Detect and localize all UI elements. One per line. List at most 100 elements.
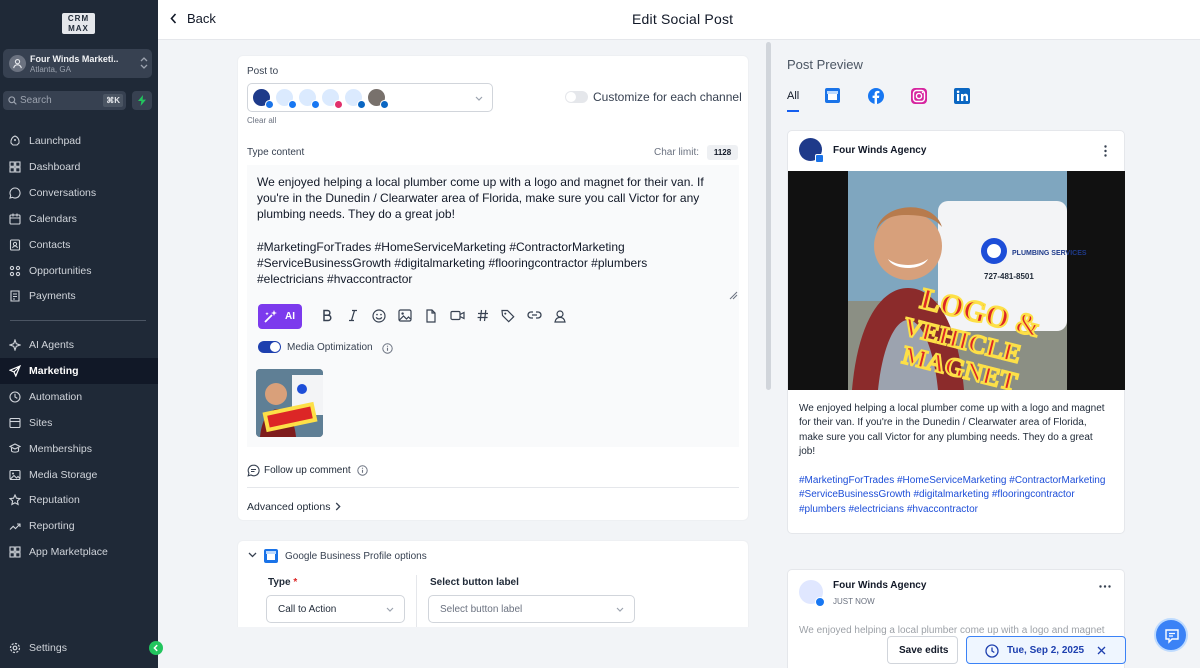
chat-widget-button[interactable] — [1154, 618, 1188, 652]
quick-actions-button[interactable] — [132, 91, 152, 110]
sidebar-item-payments[interactable]: Payments — [0, 283, 158, 309]
post-content-text[interactable]: We enjoyed helping a local plumber come … — [257, 174, 717, 303]
post-to-select[interactable] — [247, 83, 493, 112]
sidebar-item-ai-agents[interactable]: AI Agents — [0, 332, 158, 358]
sidebar-item-calendars[interactable]: Calendars — [0, 206, 158, 232]
chevron-down-icon[interactable] — [248, 552, 257, 558]
schedule-date-button[interactable]: Tue, Sep 2, 2025 — [966, 636, 1126, 664]
tab-all[interactable]: All — [787, 90, 799, 102]
channel-facebook-2-avatar[interactable] — [298, 88, 320, 109]
back-label: Back — [187, 11, 216, 26]
memberships-icon — [9, 442, 21, 455]
ai-assist-button[interactable]: AI — [258, 304, 302, 329]
more-horizontal-icon[interactable] — [1099, 585, 1111, 588]
sidebar-item-settings[interactable]: Settings — [0, 635, 158, 661]
image-icon[interactable] — [398, 309, 412, 322]
account-switcher[interactable]: Four Winds Marketi... Atlanta, GA — [3, 49, 152, 78]
sidebar-item-app-marketplace[interactable]: App Marketplace — [0, 539, 158, 565]
media-optimization-toggle[interactable] — [258, 341, 281, 353]
sidebar-item-conversations[interactable]: Conversations — [0, 180, 158, 206]
italic-icon[interactable] — [348, 309, 358, 322]
sidebar-item-label: Settings — [29, 642, 67, 654]
sidebar-item-label: Media Storage — [29, 468, 98, 481]
sidebar-item-label: Automation — [29, 390, 83, 403]
field-divider — [416, 575, 417, 627]
media-thumbnail[interactable] — [256, 369, 323, 437]
sidebar-item-dashboard[interactable]: Dashboard — [0, 154, 158, 180]
sidebar-item-reporting[interactable]: Reporting — [0, 513, 158, 539]
type-select[interactable]: Call to Action — [266, 595, 405, 623]
tab-google-business-icon[interactable] — [825, 88, 840, 103]
file-icon[interactable] — [425, 309, 437, 323]
close-icon[interactable] — [1097, 646, 1106, 655]
crm-max-logo[interactable]: CRM MAX — [62, 13, 95, 34]
sidebar-item-contacts[interactable]: Contacts — [0, 232, 158, 258]
sidebar-item-memberships[interactable]: Memberships — [0, 436, 158, 462]
bold-icon[interactable] — [322, 309, 332, 322]
location-avatar-icon — [9, 55, 26, 72]
account-name: Four Winds Marketi... — [30, 54, 118, 64]
customize-channel-toggle[interactable] — [565, 91, 588, 103]
preview-account-name: Four Winds Agency — [833, 580, 927, 591]
sidebar-item-label: Payments — [29, 290, 76, 303]
sidebar-item-marketing[interactable]: Marketing — [0, 357, 158, 384]
tab-linkedin-icon[interactable] — [954, 88, 970, 104]
preview-avatar — [799, 138, 824, 163]
customize-label: Customize for each channel — [593, 90, 742, 104]
video-icon[interactable] — [450, 309, 465, 322]
sidebar-item-reputation[interactable]: Reputation — [0, 487, 158, 513]
search-shortcut: ⌘K — [103, 94, 123, 107]
hashtag-icon[interactable] — [477, 309, 489, 322]
preview-post-text: We enjoyed helping a local plumber come … — [799, 403, 1105, 458]
save-edits-button[interactable]: Save edits — [887, 636, 958, 664]
button-label-select[interactable]: Select button label — [428, 595, 635, 623]
editor-scrollbar[interactable] — [766, 42, 771, 390]
channel-facebook-avatar[interactable] — [275, 88, 297, 109]
channel-gbp-avatar[interactable] — [252, 88, 274, 109]
content-editor[interactable]: We enjoyed helping a local plumber come … — [247, 165, 739, 447]
info-icon[interactable] — [357, 465, 368, 476]
tab-instagram-icon[interactable] — [911, 88, 927, 104]
link-icon[interactable] — [527, 309, 542, 321]
user-tag-icon[interactable] — [553, 309, 567, 323]
calendar-icon — [9, 213, 21, 225]
back-button[interactable]: Back — [170, 11, 216, 26]
channel-instagram-avatar[interactable] — [321, 88, 343, 109]
type-label: Type * — [268, 577, 298, 588]
clock-icon — [985, 644, 999, 658]
sidebar-item-label: Marketing — [29, 364, 79, 377]
bolt-icon — [138, 95, 146, 106]
chevron-updown-icon — [140, 56, 148, 70]
opportunities-icon — [9, 265, 21, 277]
google-business-icon — [264, 549, 278, 563]
tab-facebook-icon[interactable] — [868, 88, 884, 104]
sidebar-item-label: App Marketplace — [29, 546, 108, 559]
more-vertical-icon[interactable] — [1104, 145, 1107, 157]
sidebar-item-label: Conversations — [29, 186, 97, 199]
sidebar-item-automation[interactable]: Automation — [0, 384, 158, 410]
collapse-sidebar-button[interactable] — [149, 641, 163, 655]
sidebar-item-label: Launchpad — [29, 135, 81, 147]
sidebar-item-opportunities[interactable]: Opportunities — [0, 258, 158, 284]
top-bar: Back Edit Social Post — [158, 0, 1200, 40]
follow-up-comment-label[interactable]: Follow up comment — [264, 465, 351, 476]
sidebar: CRM MAX Four Winds Marketi... Atlanta, GA… — [0, 0, 163, 668]
button-label-label: Select button label — [430, 577, 519, 588]
advanced-options-toggle[interactable]: Advanced options — [247, 501, 330, 513]
magic-wand-icon — [264, 310, 277, 323]
search-placeholder: Search — [20, 95, 52, 106]
preview-account-name: Four Winds Agency — [833, 145, 927, 156]
star-icon — [9, 494, 21, 506]
emoji-icon[interactable] — [372, 309, 386, 323]
sidebar-item-sites[interactable]: Sites — [0, 410, 158, 436]
channel-linkedin-person-avatar[interactable] — [367, 88, 389, 109]
tag-icon[interactable] — [501, 309, 515, 323]
sidebar-item-launchpad[interactable]: Launchpad — [0, 128, 158, 154]
sidebar-search[interactable]: Search ⌘K — [3, 91, 126, 110]
sidebar-item-media-storage[interactable]: Media Storage — [0, 462, 158, 488]
info-icon[interactable] — [382, 343, 393, 354]
channel-linkedin-avatar[interactable] — [344, 88, 366, 109]
chevron-down-icon — [616, 607, 624, 612]
clear-all-link[interactable]: Clear all — [247, 116, 276, 125]
ai-agents-icon — [9, 339, 21, 351]
